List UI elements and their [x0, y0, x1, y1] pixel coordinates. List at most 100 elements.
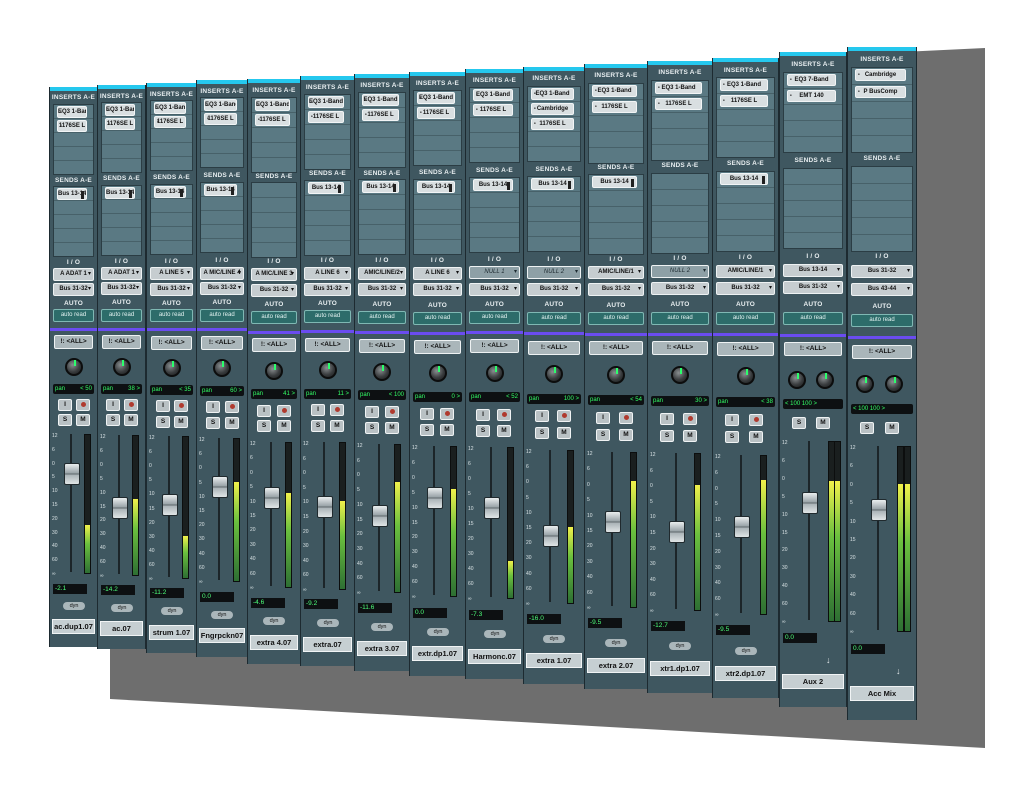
output-selector[interactable]: Bus 31-32 ▾ — [53, 283, 94, 296]
mute-button[interactable]: M — [619, 429, 633, 441]
automation-mode-button[interactable]: auto read — [527, 312, 581, 325]
track-name[interactable]: extra 4.07 — [250, 635, 298, 650]
insert-slot[interactable] — [54, 147, 93, 161]
send-slot[interactable] — [54, 229, 93, 243]
record-arm-button[interactable] — [330, 404, 344, 416]
send-assignment-button[interactable]: Bus 13-14 — [57, 188, 87, 200]
dyn-button[interactable]: dyn — [211, 611, 233, 619]
send-slot[interactable] — [528, 192, 580, 207]
solo-button[interactable]: S — [156, 416, 170, 428]
group-selector[interactable]: !: <ALL> — [201, 336, 243, 350]
insert-slot[interactable] — [652, 145, 708, 160]
insert-slot[interactable] — [102, 131, 141, 145]
send-slot[interactable] — [470, 238, 519, 252]
insert-slot[interactable]: • 1176SE L — [652, 97, 708, 113]
input-selector[interactable]: AMIC/LINE/2 ▾ — [358, 267, 406, 280]
plugin-bypass-icon[interactable]: • — [595, 102, 597, 112]
send-slot[interactable]: Bus 13-14 — [201, 183, 243, 197]
record-arm-button[interactable] — [385, 406, 399, 418]
volume-fader[interactable] — [64, 463, 80, 485]
send-slot[interactable]: Bus 13-14 — [102, 186, 141, 200]
record-arm-button[interactable] — [683, 413, 697, 425]
automation-mode-button[interactable]: auto read — [651, 312, 709, 325]
input-monitor-button[interactable]: I — [58, 399, 72, 411]
insert-plugin-button[interactable]: •EQ3 1-Band — [473, 89, 513, 101]
pan-knob[interactable] — [737, 367, 755, 385]
automation-mode-button[interactable]: auto read — [358, 311, 406, 324]
volume-fader[interactable] — [802, 492, 818, 514]
send-slot[interactable]: Bus 13-14 — [528, 177, 580, 192]
output-selector[interactable]: Bus 31-32 ▾ — [527, 283, 581, 296]
output-selector[interactable]: Bus 43-44 ▾ — [851, 283, 913, 296]
insert-slot[interactable] — [717, 110, 774, 126]
record-arm-button[interactable] — [497, 409, 511, 421]
send-slot[interactable]: Bus 13-14 — [305, 181, 350, 196]
volume-fader[interactable] — [484, 497, 500, 519]
insert-slot[interactable] — [589, 116, 643, 132]
insert-slot[interactable]: • Cambridge — [852, 68, 912, 85]
send-slot[interactable] — [54, 243, 93, 256]
insert-plugin-button[interactable]: • 1176SE L — [255, 114, 290, 126]
insert-plugin-button[interactable]: • 1176SE L — [531, 118, 574, 130]
group-selector[interactable]: !: <ALL> — [54, 335, 93, 349]
automation-mode-button[interactable]: auto read — [783, 312, 843, 325]
dyn-button[interactable]: dyn — [161, 607, 183, 615]
pan-left-knob[interactable] — [856, 375, 874, 393]
insert-plugin-button[interactable]: • P BusComp — [855, 86, 906, 98]
send-slot[interactable] — [652, 206, 708, 222]
dyn-button[interactable]: dyn — [605, 639, 627, 647]
insert-slot[interactable]: •EQ3 1-Band — [652, 81, 708, 97]
send-slot[interactable] — [102, 242, 141, 255]
send-slot[interactable] — [852, 201, 912, 218]
insert-plugin-button[interactable]: •EQ3 1-Band — [531, 88, 574, 100]
automation-mode-button[interactable]: auto read — [413, 312, 462, 325]
mute-button[interactable]: M — [557, 427, 571, 439]
send-slot[interactable] — [414, 225, 461, 240]
output-selector[interactable]: Bus 31-32 ▾ — [150, 283, 193, 296]
output-selector[interactable]: Bus 31-32 ▾ — [101, 282, 142, 295]
send-slot[interactable] — [528, 207, 580, 222]
insert-slot[interactable] — [470, 148, 519, 162]
insert-slot[interactable] — [784, 121, 842, 137]
track-name[interactable]: extra 1.07 — [526, 653, 582, 668]
mute-button[interactable]: M — [225, 417, 239, 429]
send-assignment-button[interactable]: Bus 13-14 — [105, 187, 135, 199]
plugin-bypass-icon[interactable]: • — [790, 91, 792, 101]
mute-button[interactable]: M — [277, 420, 291, 432]
input-selector[interactable]: A ADAT 1 ▾ — [101, 267, 142, 280]
send-slot[interactable] — [652, 238, 708, 253]
insert-slot[interactable] — [784, 137, 842, 152]
plugin-bypass-icon[interactable]: • — [476, 90, 478, 100]
track-name[interactable]: Aux 2 — [782, 674, 844, 689]
plugin-bypass-icon[interactable]: • — [108, 119, 110, 129]
input-monitor-button[interactable]: I — [725, 414, 739, 426]
insert-plugin-button[interactable]: •EQ3 1-Band — [362, 94, 399, 106]
track-name[interactable]: extra 3.07 — [357, 641, 407, 656]
pan-knob[interactable] — [545, 365, 563, 383]
pan-right-knob[interactable] — [816, 371, 834, 389]
input-monitor-button[interactable]: I — [106, 399, 120, 411]
send-assignment-button[interactable]: Bus 13-14 — [154, 186, 186, 198]
plugin-bypass-icon[interactable]: • — [108, 105, 110, 115]
plugin-bypass-icon[interactable]: • — [258, 115, 260, 125]
send-slot[interactable] — [652, 222, 708, 238]
insert-slot[interactable]: • 1176SE L — [359, 108, 405, 123]
plugin-bypass-icon[interactable]: • — [723, 96, 725, 106]
send-slot[interactable] — [201, 239, 243, 252]
insert-slot[interactable]: • 1176SE L — [201, 112, 243, 126]
plugin-bypass-icon[interactable]: • — [311, 112, 313, 122]
plugin-bypass-icon[interactable]: • — [207, 100, 209, 110]
track-name[interactable]: xtr1.dp1.07 — [650, 661, 710, 676]
mute-button[interactable]: M — [124, 414, 138, 426]
mute-button[interactable]: M — [885, 422, 899, 434]
pan-knob[interactable] — [265, 362, 283, 380]
mute-button[interactable]: M — [440, 424, 454, 436]
send-slot[interactable] — [252, 198, 296, 213]
volume-fader[interactable] — [871, 499, 887, 521]
group-selector[interactable]: !: <ALL> — [852, 345, 912, 359]
solo-button[interactable]: S — [792, 417, 806, 429]
input-selector[interactable]: A ADAT 1 ▾ — [53, 268, 94, 281]
send-slot[interactable]: Bus 13-14 — [54, 187, 93, 201]
insert-plugin-button[interactable]: • 1176SE L — [154, 116, 186, 128]
group-selector[interactable]: !: <ALL> — [470, 339, 519, 353]
